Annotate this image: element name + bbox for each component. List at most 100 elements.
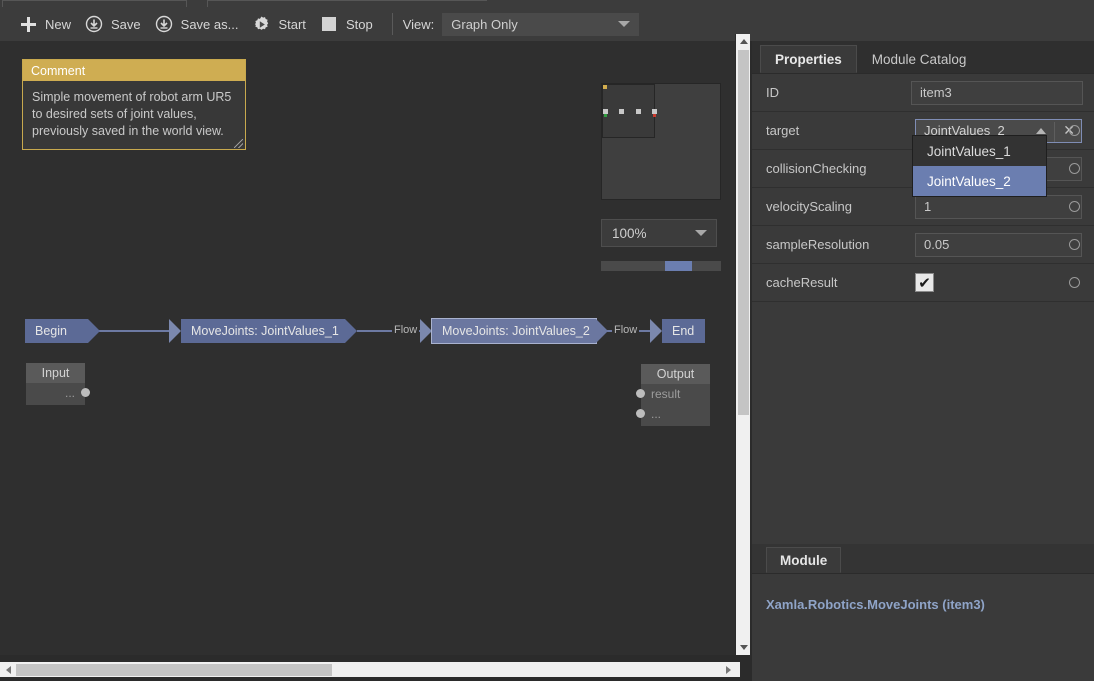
- property-connector-velocityscaling[interactable]: [1069, 201, 1080, 212]
- save-as-button-label: Save as...: [180, 16, 239, 32]
- minimap-end-marker: [653, 114, 656, 117]
- plus-icon: [18, 14, 38, 34]
- property-connector-collisionchecking[interactable]: [1069, 163, 1080, 174]
- property-connector-sampleresolution[interactable]: [1069, 239, 1080, 250]
- new-button-label: New: [45, 16, 72, 32]
- minimap-node-marker: [636, 109, 641, 114]
- property-row-sampleresolution: sampleResolution 0.05: [752, 226, 1094, 264]
- property-label-cacheresult: cacheResult: [766, 275, 838, 290]
- property-label-velocityscaling: velocityScaling: [766, 199, 852, 214]
- zoom-slider[interactable]: [601, 261, 721, 271]
- tab-properties-label: Properties: [775, 51, 842, 67]
- output-node-port-label-result: result: [651, 387, 681, 401]
- node-movejoints-1[interactable]: MoveJoints: JointValues_1: [169, 319, 357, 343]
- save-as-button[interactable]: Save as...: [150, 11, 248, 37]
- combo-divider: [1054, 121, 1055, 142]
- property-input-velocityscaling[interactable]: 1: [915, 194, 1082, 219]
- node-movejoints-2[interactable]: MoveJoints: JointValues_2: [420, 318, 608, 344]
- input-node-title: Input: [26, 363, 85, 383]
- chevron-down-icon: [618, 21, 631, 27]
- dropdown-option-label: JointValues_1: [927, 143, 1011, 159]
- property-label-sampleresolution: sampleResolution: [766, 237, 870, 252]
- input-node-port[interactable]: [81, 388, 90, 397]
- start-button[interactable]: Start: [247, 11, 314, 37]
- node-output-arrow: [345, 319, 357, 343]
- node-output-arrow: [88, 319, 100, 343]
- dropdown-option-jointvalues-2[interactable]: JointValues_2: [913, 166, 1046, 196]
- canvas-horizontal-scrollbar[interactable]: [0, 661, 740, 677]
- output-node-port-extra[interactable]: [636, 409, 645, 418]
- minimap-viewport[interactable]: [602, 84, 655, 138]
- comment-title: Comment: [23, 60, 245, 81]
- module-section: Module Xamla.Robotics.MoveJoints (item3): [752, 544, 1094, 681]
- application-window: New Save Save as... Start Stop View: Gra…: [0, 0, 1094, 681]
- output-node-title: Output: [641, 364, 710, 384]
- property-connector-cacheresult[interactable]: [1069, 277, 1080, 288]
- zoom-select[interactable]: 100%: [601, 219, 717, 247]
- toolbar-divider: [391, 13, 393, 35]
- wire-begin-to-node1: [88, 330, 180, 332]
- scroll-up-arrow-icon[interactable]: [736, 34, 751, 49]
- input-node-port-label: ...: [64, 386, 75, 400]
- scroll-right-arrow-icon[interactable]: [721, 662, 735, 678]
- horizontal-scroll-thumb[interactable]: [16, 664, 332, 676]
- new-button[interactable]: New: [14, 11, 80, 37]
- scroll-left-arrow-icon[interactable]: [1, 662, 15, 678]
- resize-grip-icon[interactable]: [234, 139, 243, 148]
- stop-square-icon: [319, 14, 339, 34]
- output-node-port-label-extra: ...: [651, 407, 662, 421]
- input-node[interactable]: Input ...: [26, 363, 90, 405]
- view-select[interactable]: Graph Only: [442, 12, 640, 36]
- dropdown-option-label: JointValues_2: [927, 173, 1011, 189]
- tab-remnant-right[interactable]: [207, 0, 487, 7]
- property-checkbox-cacheresult[interactable]: ✔: [915, 273, 934, 292]
- property-connector-target[interactable]: [1069, 125, 1080, 136]
- node-end[interactable]: End: [650, 319, 705, 343]
- output-node[interactable]: Output result ...: [636, 364, 710, 426]
- toolbar: New Save Save as... Start Stop View: Gra…: [0, 7, 1094, 41]
- zoom-slider-thumb[interactable]: [665, 261, 692, 271]
- property-label-target: target: [766, 123, 800, 138]
- save-button[interactable]: Save: [80, 11, 150, 37]
- comment-text: Simple movement of robot arm UR5 to desi…: [32, 90, 232, 138]
- minimap-node-marker: [619, 109, 624, 114]
- vertical-scroll-thumb[interactable]: [738, 50, 749, 415]
- property-input-sampleresolution[interactable]: 0.05: [915, 232, 1082, 257]
- tab-strip: [0, 0, 1094, 7]
- node-input-arrow: [420, 319, 432, 343]
- scroll-down-arrow-icon[interactable]: [736, 640, 751, 655]
- tab-module-catalog[interactable]: Module Catalog: [857, 45, 982, 73]
- node-input-arrow: [169, 319, 181, 343]
- minimap-comment-marker: [603, 85, 607, 89]
- save-button-label: Save: [111, 16, 141, 32]
- module-tabs: Module: [752, 544, 1094, 574]
- stop-button[interactable]: Stop: [315, 11, 382, 37]
- flow-label-1: Flow: [392, 324, 420, 336]
- tab-module[interactable]: Module: [766, 547, 842, 573]
- node-begin[interactable]: Begin: [25, 319, 100, 343]
- property-label-id: ID: [766, 85, 779, 100]
- panel-tabs: Properties Module Catalog: [752, 41, 1094, 74]
- node-input-arrow: [650, 319, 662, 343]
- property-label-collisionchecking: collisionChecking: [766, 161, 867, 176]
- flow-label-2: Flow: [612, 324, 640, 336]
- property-row-id: ID item3: [752, 74, 1094, 112]
- tab-module-label: Module: [780, 552, 828, 568]
- module-name-text: Xamla.Robotics.MoveJoints (item3): [766, 597, 985, 612]
- start-button-label: Start: [278, 16, 306, 32]
- node-movejoints-2-label: MoveJoints: JointValues_2: [442, 324, 590, 338]
- chevron-up-icon[interactable]: [1036, 127, 1046, 134]
- tab-remnant-left[interactable]: [2, 0, 187, 7]
- output-node-port-result[interactable]: [636, 389, 645, 398]
- dropdown-option-jointvalues-1[interactable]: JointValues_1: [913, 136, 1046, 166]
- target-dropdown-list[interactable]: JointValues_1 JointValues_2: [912, 135, 1047, 197]
- zoom-control: 100%: [601, 219, 721, 271]
- graph-canvas[interactable]: Comment Simple movement of robot arm UR5…: [0, 41, 735, 655]
- comment-box[interactable]: Comment Simple movement of robot arm UR5…: [22, 59, 246, 150]
- canvas-vertical-scrollbar[interactable]: [735, 34, 750, 655]
- node-movejoints-1-label: MoveJoints: JointValues_1: [191, 324, 339, 338]
- property-input-id[interactable]: item3: [911, 80, 1083, 105]
- tab-module-catalog-label: Module Catalog: [871, 51, 967, 67]
- tab-properties[interactable]: Properties: [760, 45, 857, 73]
- minimap[interactable]: [601, 83, 721, 200]
